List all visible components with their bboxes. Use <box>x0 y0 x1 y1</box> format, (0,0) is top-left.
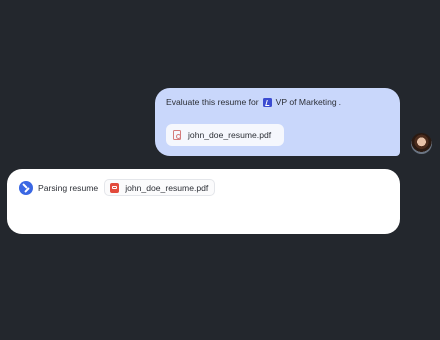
agent-logo-icon <box>19 180 33 195</box>
user-message-role: VP of Marketing <box>275 97 337 107</box>
user-message-bubble: Evaluate this resume for VP of Marketing… <box>155 88 400 156</box>
agent-status-row: Parsing resume john_doe_resume.pdf <box>19 179 216 196</box>
pdf-file-icon <box>110 182 120 193</box>
pdf-file-icon <box>173 130 181 140</box>
user-message-prefix: Evaluate this resume for <box>166 97 259 107</box>
user-message-suffix: . <box>338 97 342 107</box>
company-logo-icon <box>262 97 272 107</box>
user-avatar <box>411 133 432 154</box>
agent-status-text: Parsing resume <box>38 182 99 193</box>
user-attachment-name: john_doe_resume.pdf <box>188 130 272 140</box>
agent-attachment-name: john_doe_resume.pdf <box>125 182 209 193</box>
agent-attachment-chip[interactable]: john_doe_resume.pdf <box>104 179 216 196</box>
agent-message-bubble: Parsing resume john_doe_resume.pdf <box>7 169 400 234</box>
user-attachment-chip[interactable]: john_doe_resume.pdf <box>166 124 284 146</box>
user-message-text: Evaluate this resume for VP of Marketing… <box>166 97 341 107</box>
